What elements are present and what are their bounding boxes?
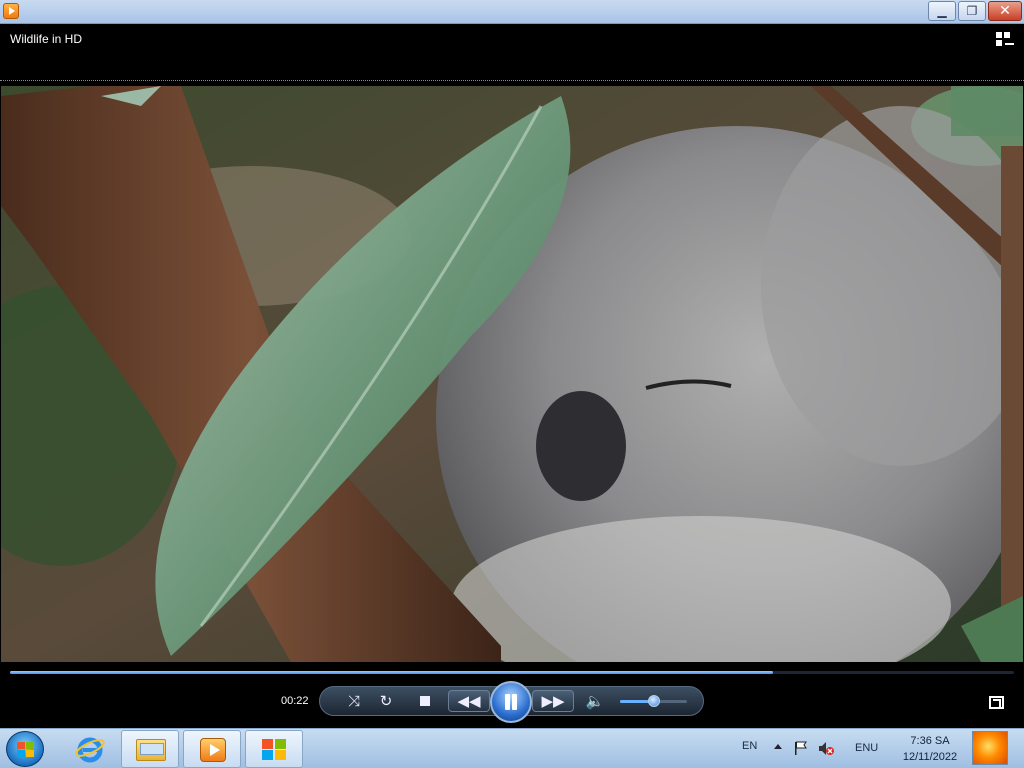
windows-flag-icon xyxy=(262,739,288,761)
volume-muted-icon[interactable] xyxy=(818,741,834,756)
video-frame[interactable] xyxy=(1,86,1023,662)
minimize-icon: ▁ xyxy=(937,4,947,18)
close-icon: ✕ xyxy=(999,3,1011,19)
koala-video-image xyxy=(1,86,1023,662)
shuffle-icon: ⤨ xyxy=(347,692,360,710)
internet-explorer-icon xyxy=(75,737,105,763)
shuffle-button[interactable]: ⤨ xyxy=(341,690,367,712)
next-button[interactable]: ▶▶ xyxy=(532,690,574,712)
window-controls: ▁ ❐ ✕ xyxy=(926,1,1022,21)
restore-button[interactable]: ❐ xyxy=(958,1,986,21)
mute-button[interactable]: 🔈 xyxy=(582,690,608,712)
window-titlebar[interactable]: ▁ ❐ ✕ xyxy=(0,0,1024,24)
windows-logo-icon xyxy=(17,742,35,758)
folder-icon xyxy=(136,739,166,761)
close-button[interactable]: ✕ xyxy=(988,1,1022,21)
show-hidden-icons-icon[interactable] xyxy=(774,744,782,749)
repeat-button[interactable]: ↻ xyxy=(373,690,399,712)
elapsed-time: 00:22 xyxy=(281,695,309,707)
media-player-screen: ▁ ❐ ✕ Wildlife in HD 00:22 ⤨ ↻ ◀◀ ▶▶ 🔈 E… xyxy=(0,0,1024,768)
taskbar-windows-media-player[interactable] xyxy=(183,730,241,768)
restore-icon: ❐ xyxy=(966,4,978,18)
fast-forward-icon: ▶▶ xyxy=(541,692,565,710)
start-button[interactable] xyxy=(6,731,44,767)
taskbar-internet-explorer[interactable] xyxy=(60,730,118,768)
clock-time: 7:36 SA xyxy=(910,735,950,747)
media-title: Wildlife in HD xyxy=(10,32,83,46)
seek-bar-progress xyxy=(10,671,773,674)
user-thumbnail-image[interactable] xyxy=(972,731,1008,765)
fullscreen-icon[interactable] xyxy=(989,696,1004,709)
speaker-icon: 🔈 xyxy=(585,692,605,710)
minimize-button[interactable]: ▁ xyxy=(928,1,956,21)
now-playing-header: Wildlife in HD xyxy=(0,24,1024,80)
taskbar-windows-explorer[interactable] xyxy=(121,730,179,768)
system-clock[interactable]: 7:36 SA 12/11/2022 xyxy=(896,733,964,765)
language-indicator[interactable]: EN xyxy=(742,740,757,752)
playback-controls: 00:22 ⤨ ↻ ◀◀ ▶▶ 🔈 xyxy=(0,662,1024,728)
volume-slider-thumb[interactable] xyxy=(648,695,660,707)
taskbar-windows-logo-app[interactable] xyxy=(245,730,303,768)
media-player-icon xyxy=(200,738,226,762)
pause-button[interactable] xyxy=(490,681,532,723)
clock-date: 12/11/2022 xyxy=(902,751,958,763)
video-top-border xyxy=(0,80,1024,81)
repeat-icon: ↻ xyxy=(379,692,393,710)
switch-to-library-icon[interactable] xyxy=(996,32,1014,48)
rewind-icon: ◀◀ xyxy=(457,692,481,710)
action-center-flag-icon[interactable] xyxy=(794,741,808,755)
stop-icon xyxy=(420,696,430,706)
seek-bar[interactable] xyxy=(10,671,1014,674)
media-player-app-icon[interactable] xyxy=(3,3,19,19)
previous-button[interactable]: ◀◀ xyxy=(448,690,490,712)
input-method-indicator[interactable]: ENU xyxy=(855,742,878,754)
pause-icon xyxy=(504,694,518,710)
stop-button[interactable] xyxy=(412,690,438,712)
